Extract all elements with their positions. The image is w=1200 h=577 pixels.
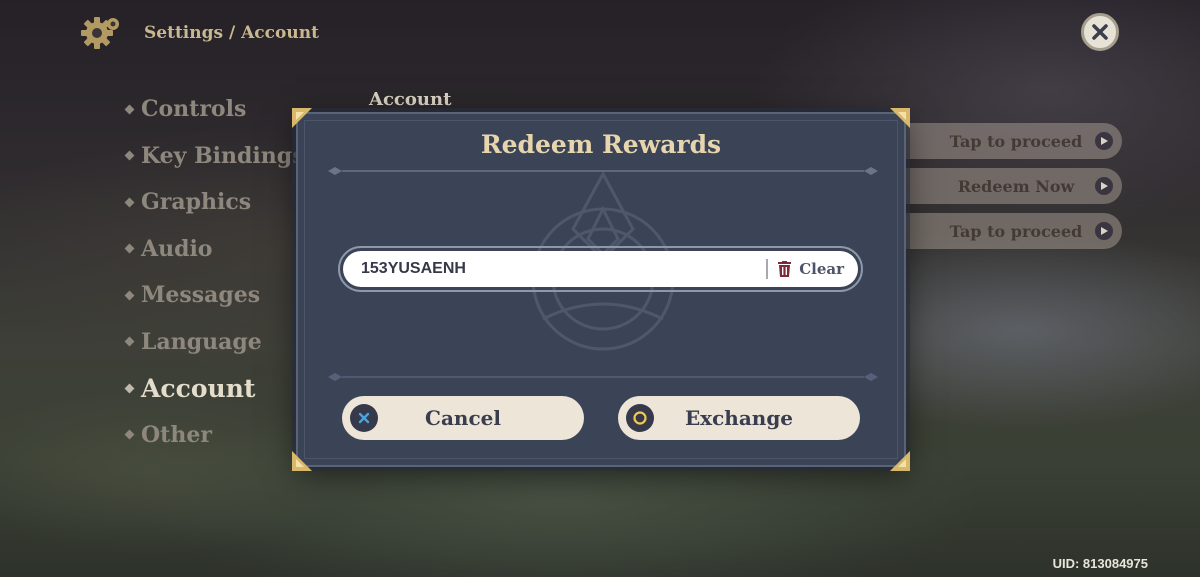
nav-item-label: Other bbox=[141, 421, 212, 448]
play-arrow-icon bbox=[1095, 132, 1113, 150]
cross-icon bbox=[350, 404, 378, 432]
circle-icon bbox=[626, 404, 654, 432]
clear-label: Clear bbox=[799, 260, 844, 278]
cancel-button[interactable]: Cancel bbox=[342, 396, 584, 440]
nav-item-audio[interactable]: Audio bbox=[124, 226, 305, 273]
uid-label: UID: 813084975 bbox=[1052, 556, 1148, 571]
redeem-code-value: 153YUSAENH bbox=[361, 260, 466, 277]
nav-item-label: Graphics bbox=[141, 189, 252, 216]
nav-item-label: Language bbox=[141, 328, 262, 355]
corner-ornament-icon bbox=[890, 451, 910, 471]
tap-to-proceed-button-2[interactable]: Tap to proceed bbox=[890, 213, 1122, 249]
bottom-divider bbox=[328, 373, 878, 381]
nav-item-other[interactable]: Other bbox=[124, 412, 305, 459]
dialog-title: Redeem Rewards bbox=[480, 130, 722, 159]
button-label: Redeem Now bbox=[957, 176, 1075, 196]
cancel-label: Cancel bbox=[425, 406, 501, 430]
input-separator bbox=[766, 259, 769, 279]
corner-ornament-icon bbox=[292, 451, 312, 471]
nav-item-language[interactable]: Language bbox=[124, 319, 305, 366]
breadcrumb: Settings / Account bbox=[144, 23, 319, 43]
close-button[interactable] bbox=[1081, 13, 1119, 51]
diamond-icon bbox=[124, 243, 135, 254]
settings-nav: Controls Key Bindings Graphics Audio Mes… bbox=[124, 86, 305, 459]
nav-item-label: Controls bbox=[141, 96, 247, 123]
nav-item-label: Key Bindings bbox=[141, 142, 305, 169]
redeem-code-field: 153YUSAENH Clear bbox=[338, 246, 863, 292]
exchange-button[interactable]: Exchange bbox=[618, 396, 860, 440]
trash-icon bbox=[778, 261, 792, 277]
close-icon bbox=[1092, 24, 1108, 40]
section-title: Account bbox=[369, 89, 452, 110]
tap-to-proceed-button[interactable]: Tap to proceed bbox=[890, 123, 1122, 159]
nav-item-account[interactable]: Account bbox=[124, 365, 305, 412]
nav-item-label: Messages bbox=[141, 282, 261, 309]
play-arrow-icon bbox=[1095, 222, 1113, 240]
diamond-icon bbox=[124, 429, 135, 440]
nav-item-controls[interactable]: Controls bbox=[124, 86, 305, 133]
corner-ornament-icon bbox=[292, 108, 312, 128]
redeem-code-input[interactable]: 153YUSAENH Clear bbox=[343, 251, 858, 287]
nav-item-graphics[interactable]: Graphics bbox=[124, 179, 305, 226]
diamond-icon bbox=[124, 336, 135, 347]
button-label: Tap to proceed bbox=[949, 131, 1083, 151]
nav-item-label: Account bbox=[141, 373, 256, 403]
nav-item-key-bindings[interactable]: Key Bindings bbox=[124, 133, 305, 180]
clear-button[interactable]: Clear bbox=[778, 260, 844, 278]
nav-item-messages[interactable]: Messages bbox=[124, 272, 305, 319]
gear-icon bbox=[78, 14, 124, 52]
diamond-icon bbox=[124, 197, 135, 208]
diamond-icon bbox=[124, 104, 135, 115]
button-label: Tap to proceed bbox=[949, 221, 1083, 241]
redeem-now-button[interactable]: Redeem Now bbox=[890, 168, 1122, 204]
redeem-rewards-dialog: Redeem Rewards 153YUSAENH Clear Cancel E… bbox=[292, 108, 910, 471]
header: Settings / Account bbox=[78, 14, 319, 52]
top-divider bbox=[328, 167, 878, 175]
diamond-icon bbox=[124, 150, 135, 161]
exchange-label: Exchange bbox=[684, 406, 794, 430]
nav-item-label: Audio bbox=[141, 235, 213, 262]
diamond-icon bbox=[124, 290, 135, 301]
diamond-icon bbox=[124, 383, 135, 394]
corner-ornament-icon bbox=[890, 108, 910, 128]
play-arrow-icon bbox=[1095, 177, 1113, 195]
